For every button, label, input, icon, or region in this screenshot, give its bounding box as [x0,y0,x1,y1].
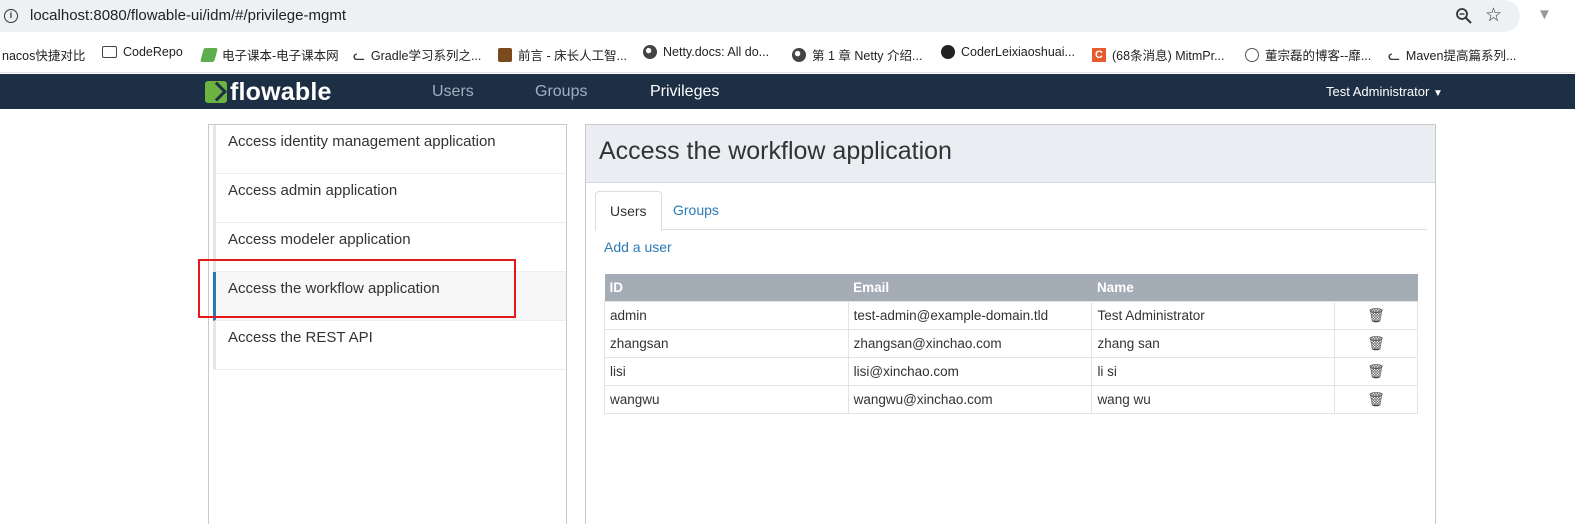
privilege-label: Access admin application [228,182,398,199]
cell-email: lisi@xinchao.com [847,356,1093,386]
nav-groups[interactable]: Groups [535,83,587,101]
cell-actions: 🗑 [1334,328,1418,358]
cell-id: zhangsan [604,328,849,358]
privilege-item[interactable]: Access admin application [213,174,566,223]
cell-actions: 🗑 [1334,384,1418,414]
detail-tabs: Users Groups [595,191,1427,231]
netty-icon [792,47,806,62]
site-icon [200,47,218,62]
nav-users[interactable]: Users [432,83,474,101]
cell-name: Test Administrator [1091,300,1336,330]
bookmark-item[interactable]: nacos快捷对比 [2,45,85,64]
privilege-label: Access modeler application [228,231,411,248]
url-box[interactable]: i localhost:8080/flowable-ui/idm/#/privi… [0,0,1520,32]
bookmark-item[interactable]: 董宗磊的博客--靡... [1245,45,1371,64]
cell-email: zhangsan@xinchao.com [847,328,1093,358]
zoom-icon[interactable] [1455,7,1473,25]
user-name: Test Administrator [1326,84,1430,99]
bookmark-item[interactable]: ᓚ Maven提高篇系列... [1388,45,1516,64]
gradle-icon: ᓚ [1388,46,1400,63]
table-row: lisi lisi@xinchao.com li si 🗑 [604,356,1418,386]
bookmark-item[interactable]: CoderLeixiaoshuai... [941,45,1075,59]
flowable-logo-icon [205,81,227,103]
table-row: admin test-admin@example-domain.tld Test… [604,300,1418,330]
detail-header: Access the workflow application [586,125,1435,183]
github-icon [941,45,955,59]
trash-icon[interactable]: 🗑 [1367,307,1385,324]
privilege-item[interactable]: Access the REST API [213,321,566,370]
user-menu[interactable]: Test Administrator ▼ [1326,84,1443,99]
app-navbar: flowable Users Groups Privileges Test Ad… [0,74,1575,109]
browser-menu-icon[interactable]: ▼ [1537,6,1552,23]
cell-email: wangwu@xinchao.com [847,384,1093,414]
privilege-item[interactable]: Access identity management application [213,125,566,174]
table-header-row: ID Email Name [604,274,1418,301]
cell-id: admin [604,300,849,330]
nav-privileges[interactable]: Privileges [650,83,719,101]
url-text[interactable]: localhost:8080/flowable-ui/idm/#/privile… [30,7,346,24]
cell-id: lisi [604,356,849,386]
table-row: wangwu wangwu@xinchao.com wang wu 🗑 [604,384,1418,414]
globe-icon [1245,47,1259,62]
annotation-highlight-box [198,259,516,318]
add-user-link[interactable]: Add a user [604,239,672,255]
column-header-email: Email [848,274,1092,301]
trash-icon[interactable]: 🗑 [1367,335,1385,352]
cell-id: wangwu [604,384,849,414]
tab-groups[interactable]: Groups [659,191,733,230]
folder-icon [102,46,117,58]
cell-name: li si [1091,356,1336,386]
privilege-label: Access the REST API [228,329,373,346]
tab-users[interactable]: Users [595,191,662,231]
column-header-name: Name [1091,274,1335,301]
flowable-logo[interactable]: flowable [205,77,332,106]
column-header-id: ID [604,274,849,301]
bookmark-item[interactable]: 电子课本-电子课本网 [200,45,339,64]
logo-text: flowable [230,77,332,106]
chevron-down-icon: ▼ [1432,88,1443,99]
bookmark-item[interactable]: 前言 - 床长人工智... [498,45,627,64]
active-nav-indicator [678,103,690,109]
cell-actions: 🗑 [1334,356,1418,386]
users-table: ID Email Name admin test-admin@example-d… [604,274,1418,414]
netty-icon [643,45,657,59]
cell-actions: 🗑 [1334,300,1418,330]
cell-email: test-admin@example-domain.tld [847,300,1093,330]
csdn-icon: C [1092,47,1106,62]
bookmark-item[interactable]: Netty.docs: All do... [643,45,769,59]
browser-address-bar: i localhost:8080/flowable-ui/idm/#/privi… [0,0,1575,36]
bookmark-star-icon[interactable]: ☆ [1485,4,1502,27]
cell-name: wang wu [1091,384,1336,414]
trash-icon[interactable]: 🗑 [1367,363,1385,380]
trash-icon[interactable]: 🗑 [1367,391,1385,408]
bookmark-item[interactable]: CodeRepo [102,45,183,59]
bookmarks-bar: nacos快捷对比 CodeRepo 电子课本-电子课本网 ᓚ Gradle学习… [0,36,1575,73]
bookmark-item[interactable]: ᓚ Gradle学习系列之... [353,45,481,64]
privilege-label: Access identity management application [228,133,496,150]
bookmark-item[interactable]: C (68条消息) MitmPr... [1092,45,1225,64]
book-icon [498,47,512,62]
column-header-actions [1334,274,1418,301]
site-info-icon[interactable]: i [4,9,18,23]
page-title: Access the workflow application [599,137,952,165]
bookmark-item[interactable]: 第 1 章 Netty 介绍... [792,45,922,64]
table-row: zhangsan zhangsan@xinchao.com zhang san … [604,328,1418,358]
gradle-icon: ᓚ [353,46,365,63]
cell-name: zhang san [1091,328,1336,358]
privilege-detail-panel: Access the workflow application Users Gr… [585,124,1436,524]
privileges-list: Access identity management application A… [208,124,567,524]
